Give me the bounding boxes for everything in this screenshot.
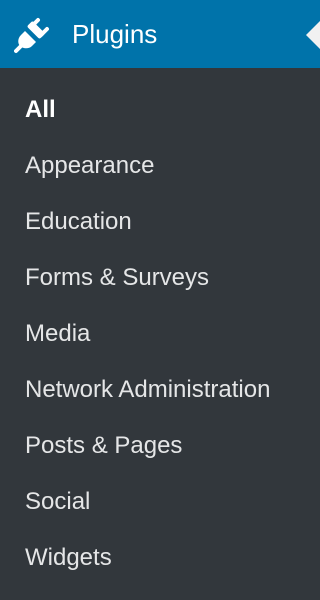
page-title: Plugins bbox=[72, 19, 158, 49]
submenu-item-all[interactable]: All bbox=[0, 82, 320, 138]
submenu-item-appearance[interactable]: Appearance bbox=[0, 138, 320, 194]
submenu-item-network-administration[interactable]: Network Administration bbox=[0, 362, 320, 418]
plugins-submenu: All Appearance Education Forms & Surveys… bbox=[0, 82, 320, 586]
plugin-icon bbox=[14, 16, 52, 54]
submenu-item-social[interactable]: Social bbox=[0, 474, 320, 530]
plugins-menu-header[interactable]: Plugins bbox=[0, 0, 320, 68]
submenu-item-posts-pages[interactable]: Posts & Pages bbox=[0, 418, 320, 474]
submenu-item-education[interactable]: Education bbox=[0, 194, 320, 250]
current-indicator-arrow bbox=[306, 21, 320, 49]
admin-menu: Plugins All Appearance Education Forms &… bbox=[0, 0, 320, 600]
submenu-item-widgets[interactable]: Widgets bbox=[0, 530, 320, 586]
submenu-item-media[interactable]: Media bbox=[0, 306, 320, 362]
submenu-item-forms-surveys[interactable]: Forms & Surveys bbox=[0, 250, 320, 306]
